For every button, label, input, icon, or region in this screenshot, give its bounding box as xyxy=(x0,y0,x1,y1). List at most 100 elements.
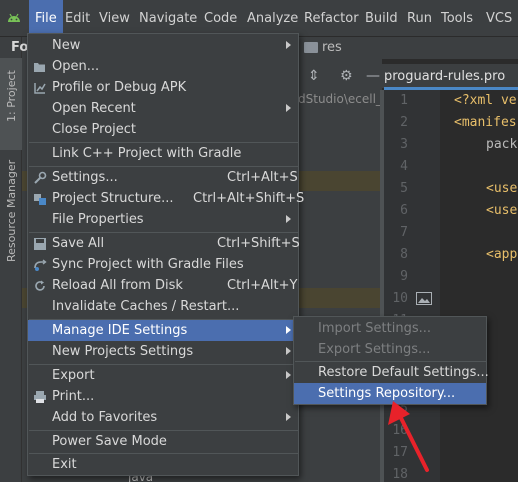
menu-item-shortcut: Ctrl+Alt+S xyxy=(227,170,298,185)
menu-build[interactable]: Build xyxy=(359,0,404,37)
line-number: 9 xyxy=(400,269,408,284)
menu-run[interactable]: Run xyxy=(401,0,438,37)
save-icon xyxy=(34,238,46,250)
menu-item-export[interactable]: Export xyxy=(28,365,298,386)
line-number: 3 xyxy=(400,137,408,152)
line-number: 1 xyxy=(400,93,408,108)
editor-tab-proguard[interactable]: proguard-rules.pro xyxy=(384,64,518,90)
menu-item-new[interactable]: New xyxy=(28,35,298,56)
menu-item-label: Sync Project with Gradle Files xyxy=(52,257,244,272)
menu-item-print[interactable]: Print... xyxy=(28,386,298,407)
breadcrumb-label[interactable]: res xyxy=(322,40,342,55)
menu-item-label: Import Settings... xyxy=(318,321,431,336)
menu-item-link-cpp-project[interactable]: Link C++ Project with Gradle xyxy=(28,143,298,164)
menu-item-label: Export Settings... xyxy=(318,342,431,357)
code-editor[interactable]: <?xml ve <manifes pack <use <use <app xyxy=(440,90,518,482)
code-line: <use xyxy=(486,181,518,196)
resource-manager-tab-label[interactable]: Resource Manager xyxy=(5,160,18,262)
minimize-icon[interactable]: — xyxy=(366,68,380,84)
menu-item-invalidate-caches[interactable]: Invalidate Caches / Restart... xyxy=(28,296,298,317)
menu-item-exit[interactable]: Exit xyxy=(28,454,298,475)
line-number: 7 xyxy=(400,225,408,240)
menu-item-settings-repository[interactable]: Settings Repository... xyxy=(294,383,486,404)
line-number: 8 xyxy=(400,247,408,262)
folder-icon xyxy=(304,42,318,53)
menu-item-power-save-mode[interactable]: Power Save Mode xyxy=(28,431,298,452)
print-icon xyxy=(34,391,46,403)
submenu-arrow-icon xyxy=(286,41,291,49)
open-folder-icon xyxy=(34,63,45,72)
submenu-arrow-icon xyxy=(286,326,291,334)
menu-item-label: Add to Favorites xyxy=(52,410,158,425)
submenu-arrow-icon xyxy=(286,215,291,223)
profile-apk-icon xyxy=(34,83,46,94)
menu-analyze[interactable]: Analyze xyxy=(241,0,304,37)
line-number: 5 xyxy=(400,181,408,196)
menu-item-label: Open Recent xyxy=(52,101,136,116)
menu-item-open-recent[interactable]: Open Recent xyxy=(28,98,298,119)
menu-edit[interactable]: Edit xyxy=(59,0,96,37)
menu-item-save-all[interactable]: Save All Ctrl+Shift+S xyxy=(28,233,300,254)
submenu-arrow-icon xyxy=(286,104,291,112)
menu-refactor[interactable]: Refactor xyxy=(298,0,365,37)
menu-item-label: Link C++ Project with Gradle xyxy=(52,146,242,161)
menu-item-label: Restore Default Settings... xyxy=(318,365,489,380)
menu-item-restore-default-settings[interactable]: Restore Default Settings... xyxy=(294,362,489,383)
menu-item-settings[interactable]: Settings... Ctrl+Alt+S xyxy=(28,167,298,188)
menu-view[interactable]: View xyxy=(93,0,136,37)
menu-tools[interactable]: Tools xyxy=(435,0,479,37)
line-number: 6 xyxy=(400,203,408,218)
menu-item-label: Manage IDE Settings xyxy=(52,323,188,338)
menu-item-project-structure[interactable]: Project Structure... Ctrl+Alt+Shift+S xyxy=(28,188,304,209)
file-menu-dropdown: New Open... Profile or Debug APK Open Re… xyxy=(27,33,304,476)
menu-navigate[interactable]: Navigate xyxy=(133,0,203,37)
menu-item-label: Invalidate Caches / Restart... xyxy=(52,299,240,314)
collapse-all-icon[interactable]: ⇕ xyxy=(308,68,320,84)
menu-code[interactable]: Code xyxy=(198,0,243,37)
menu-item-profile-debug-apk[interactable]: Profile or Debug APK xyxy=(28,77,298,98)
menu-item-label: Settings Repository... xyxy=(318,386,456,401)
submenu-arrow-icon xyxy=(286,371,291,379)
menu-item-label: New xyxy=(52,38,81,53)
menu-item-import-settings[interactable]: Import Settings... xyxy=(294,318,486,339)
menu-item-add-to-favorites[interactable]: Add to Favorites xyxy=(28,407,298,428)
line-number: 18 xyxy=(392,467,408,482)
breadcrumb: res xyxy=(298,37,518,59)
menu-item-file-properties[interactable]: File Properties xyxy=(28,209,298,230)
menu-item-sync-gradle[interactable]: Sync Project with Gradle Files xyxy=(28,254,298,275)
menu-item-reload-from-disk[interactable]: Reload All from Disk Ctrl+Alt+Y xyxy=(28,275,298,296)
menu-item-close-project[interactable]: Close Project xyxy=(28,119,298,140)
menu-item-label: New Projects Settings xyxy=(52,344,194,359)
manage-ide-settings-submenu: Import Settings... Export Settings... Re… xyxy=(293,316,489,405)
android-logo-icon xyxy=(8,13,20,22)
menu-item-label: Export xyxy=(52,368,95,383)
menu-item-label: Reload All from Disk xyxy=(52,278,183,293)
project-path-text: dStudio\ecell_a xyxy=(298,92,390,106)
menu-item-open[interactable]: Open... xyxy=(28,56,298,77)
menu-item-shortcut: Ctrl+Shift+S xyxy=(217,236,300,251)
sync-gradle-icon xyxy=(34,259,47,271)
menu-item-manage-ide-settings[interactable]: Manage IDE Settings xyxy=(28,320,298,341)
menu-item-label: File Properties xyxy=(52,212,144,227)
editor-gutter: 1 2 3 4 5 6 7 8 9 10 11 12 13 14 15 16 1… xyxy=(384,90,440,482)
menu-item-label: Open... xyxy=(52,59,100,74)
project-header-title: Fo xyxy=(11,40,29,55)
code-line: pack xyxy=(486,137,518,152)
gear-icon[interactable]: ⚙ xyxy=(340,68,353,84)
image-icon xyxy=(416,292,432,305)
line-number: 10 xyxy=(392,291,408,306)
project-tool-tab-label[interactable]: 1: Project xyxy=(5,70,18,122)
line-number: 2 xyxy=(400,115,408,130)
menu-item-export-settings[interactable]: Export Settings... xyxy=(294,339,486,360)
menu-file[interactable]: File xyxy=(29,0,63,37)
main-menu-bar: File Edit View Navigate Code Analyze Ref… xyxy=(0,0,518,37)
menu-item-new-projects-settings[interactable]: New Projects Settings xyxy=(28,341,298,362)
menu-item-label: Project Structure... xyxy=(52,191,174,206)
code-line: <use xyxy=(486,203,518,218)
line-number: 4 xyxy=(400,159,408,174)
wrench-icon xyxy=(34,171,47,184)
project-toolbar: ⇕ ⚙ — xyxy=(298,64,384,88)
menu-item-label: Close Project xyxy=(52,122,137,137)
menu-item-label: Power Save Mode xyxy=(52,434,167,449)
menu-vcs[interactable]: VCS xyxy=(480,0,518,37)
